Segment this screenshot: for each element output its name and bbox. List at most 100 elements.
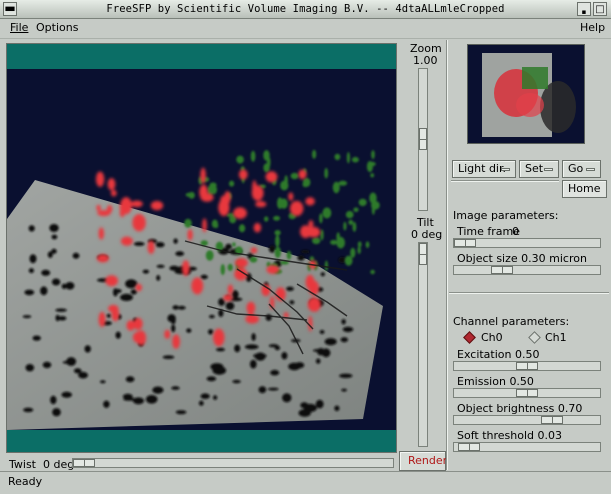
dark-object-spot xyxy=(133,241,145,246)
red-object-spot xyxy=(250,247,258,254)
red-object-spot xyxy=(172,334,181,349)
green-object-spot xyxy=(322,207,332,219)
green-object-spot xyxy=(236,155,244,164)
red-object-spot xyxy=(126,320,135,331)
dark-object-spot xyxy=(288,362,301,371)
red-object-spot xyxy=(182,260,190,277)
object-size-label: Object size 0.30 micron xyxy=(457,252,587,265)
tilt-value: 0 deg xyxy=(411,228,443,241)
green-object-spot xyxy=(290,172,299,180)
dark-object-spot xyxy=(208,329,214,335)
dark-object-spot xyxy=(270,369,280,376)
home-menu-item[interactable]: Home xyxy=(562,180,607,198)
green-object-spot xyxy=(275,235,280,247)
green-object-spot xyxy=(343,221,347,231)
dark-object-spot xyxy=(232,379,241,384)
red-object-spot xyxy=(110,189,117,197)
dark-object-spot xyxy=(206,376,217,382)
dark-object-spot xyxy=(155,242,165,248)
orientation-preview[interactable] xyxy=(467,44,585,144)
dark-object-spot xyxy=(282,393,292,403)
zoom-slider[interactable] xyxy=(418,68,428,211)
menu-options[interactable]: Options xyxy=(36,21,78,34)
green-object-spot xyxy=(274,246,281,259)
go-dropdown[interactable]: Go xyxy=(562,160,601,178)
red-object-spot xyxy=(308,220,314,228)
excitation-slider[interactable] xyxy=(453,361,601,371)
object-size-slider[interactable] xyxy=(453,265,601,275)
dark-object-spot xyxy=(145,395,158,404)
separator xyxy=(451,180,559,182)
red-object-spot xyxy=(252,180,257,197)
dropdown-indicator-icon xyxy=(544,168,553,171)
green-object-spot xyxy=(353,207,359,213)
dark-object-spot xyxy=(234,344,241,353)
twist-slider[interactable] xyxy=(72,458,394,468)
dark-object-spot xyxy=(213,395,218,400)
green-object-spot xyxy=(324,260,328,272)
dark-object-spot xyxy=(28,225,35,232)
dark-object-spot xyxy=(265,314,272,321)
green-object-spot xyxy=(357,241,362,248)
dark-object-spot xyxy=(281,352,288,360)
twist-value: 0 deg xyxy=(43,458,75,471)
green-object-spot xyxy=(320,229,324,241)
dark-object-spot xyxy=(40,286,48,296)
emission-slider[interactable] xyxy=(453,388,601,398)
green-object-spot xyxy=(350,247,356,258)
object-brightness-label: Object brightness 0.70 xyxy=(457,402,583,415)
green-object-spot xyxy=(239,224,246,233)
render-viewport[interactable] xyxy=(6,43,397,453)
dark-object-spot xyxy=(50,395,57,405)
tilt-slider[interactable] xyxy=(418,242,428,447)
light-direction-dropdown[interactable]: Light dir. xyxy=(452,160,516,178)
red-object-spot xyxy=(95,171,105,187)
dark-object-spot xyxy=(120,293,133,301)
red-object-spot xyxy=(308,315,313,332)
green-object-spot xyxy=(312,237,321,245)
excitation-slider-handle[interactable] xyxy=(516,362,538,370)
set-dropdown[interactable]: Set xyxy=(519,160,559,178)
menu-file[interactable]: File xyxy=(10,21,28,34)
dark-object-spot xyxy=(25,364,35,372)
red-object-spot xyxy=(164,329,171,339)
green-object-spot xyxy=(338,180,348,186)
zoom-slider-handle[interactable] xyxy=(419,128,427,150)
dark-object-spot xyxy=(315,358,321,364)
dark-object-spot xyxy=(41,269,51,276)
dark-object-spot xyxy=(167,314,176,323)
time-frame-slider-handle[interactable] xyxy=(454,239,476,247)
menu-help[interactable]: Help xyxy=(580,21,605,34)
twist-slider-handle[interactable] xyxy=(73,459,95,467)
ch0-label: Ch0 xyxy=(481,331,503,344)
red-object-spot xyxy=(135,283,142,292)
time-frame-slider[interactable] xyxy=(453,238,601,248)
green-object-spot xyxy=(302,177,311,187)
green-object-spot xyxy=(264,216,269,222)
maximize-button[interactable]: □ xyxy=(593,2,607,16)
image-parameters-heading: Image parameters: xyxy=(453,209,559,222)
preview-image xyxy=(482,53,576,137)
dark-object-spot xyxy=(216,347,225,352)
red-object-spot xyxy=(305,197,315,206)
tilt-slider-handle[interactable] xyxy=(419,243,427,265)
ch0-radio[interactable] xyxy=(463,331,476,344)
object-brightness-slider-handle[interactable] xyxy=(541,416,563,424)
green-object-spot xyxy=(370,269,375,275)
dark-object-spot xyxy=(175,251,185,257)
soft-threshold-slider-handle[interactable] xyxy=(458,443,480,451)
emission-label: Emission 0.50 xyxy=(457,375,534,388)
red-object-spot xyxy=(308,280,319,296)
soft-threshold-slider[interactable] xyxy=(453,442,601,452)
dark-object-spot xyxy=(225,243,232,250)
red-object-spot xyxy=(255,201,267,208)
object-size-slider-handle[interactable] xyxy=(491,266,513,274)
render-button[interactable]: Render xyxy=(399,451,447,471)
minimize-button[interactable]: ▪ xyxy=(577,2,591,16)
ch1-radio[interactable] xyxy=(528,331,541,344)
emission-slider-handle[interactable] xyxy=(516,389,538,397)
red-object-spot xyxy=(220,195,230,205)
red-object-spot xyxy=(238,169,248,180)
dark-object-spot xyxy=(297,255,305,261)
object-brightness-slider[interactable] xyxy=(453,415,601,425)
